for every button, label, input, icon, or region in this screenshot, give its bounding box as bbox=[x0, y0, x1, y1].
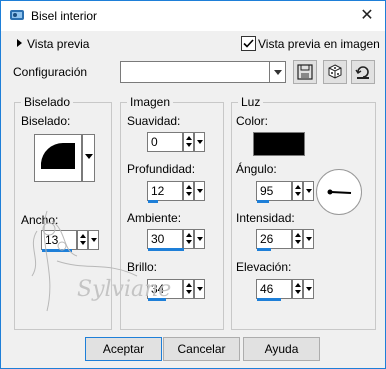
smoothness-dropdown-icon[interactable] bbox=[194, 132, 205, 152]
angle-needle-icon bbox=[327, 189, 352, 195]
intensity-value[interactable]: 26 bbox=[260, 232, 273, 246]
preview-toggle-label[interactable]: Vista previa bbox=[27, 37, 89, 51]
elevation-slider-bar[interactable] bbox=[257, 298, 281, 301]
save-preset-button[interactable] bbox=[293, 60, 317, 84]
checkmark-icon bbox=[243, 39, 254, 48]
intensity-dropdown-icon[interactable] bbox=[303, 229, 314, 249]
save-icon bbox=[297, 64, 313, 80]
dice-icon bbox=[328, 64, 342, 79]
angle-label: Ángulo: bbox=[236, 162, 277, 176]
reset-icon bbox=[355, 66, 369, 79]
ambience-up-down-icon[interactable] bbox=[183, 229, 194, 249]
watermark-text: Sylviane bbox=[77, 277, 171, 302]
bevel-shape-dropdown[interactable] bbox=[82, 134, 95, 182]
ambience-dropdown-icon[interactable] bbox=[194, 229, 205, 249]
intensity-slider-bar[interactable] bbox=[257, 248, 271, 251]
bevel-group-title: Biselado bbox=[21, 95, 74, 109]
angle-spinner[interactable]: 95 bbox=[256, 181, 314, 203]
window-title: Bisel interior bbox=[31, 9, 98, 23]
angle-dropdown-icon[interactable] bbox=[303, 181, 314, 201]
dialog-window: Bisel interior ✕ Vista previa Vista prev… bbox=[0, 0, 386, 369]
help-button[interactable]: Ayuda bbox=[243, 337, 320, 361]
random-preset-button[interactable] bbox=[323, 60, 347, 84]
elevation-up-down-icon[interactable] bbox=[292, 279, 303, 299]
title-bar: Bisel interior ✕ bbox=[1, 1, 385, 31]
chevron-down-icon[interactable] bbox=[269, 62, 285, 82]
color-label: Color: bbox=[236, 114, 269, 128]
bevel-shape-icon bbox=[41, 142, 75, 169]
angle-slider-bar[interactable] bbox=[257, 200, 269, 203]
shine-dropdown-icon[interactable] bbox=[194, 279, 205, 299]
light-group-title: Luz bbox=[238, 95, 264, 109]
angle-value[interactable]: 95 bbox=[260, 184, 273, 198]
elevation-value[interactable]: 46 bbox=[260, 282, 273, 296]
preview-on-image-label: Vista previa en imagen bbox=[258, 37, 380, 51]
depth-up-down-icon[interactable] bbox=[183, 181, 194, 201]
depth-label: Profundidad: bbox=[127, 162, 196, 176]
elevation-spinner[interactable]: 46 bbox=[256, 279, 314, 301]
reset-button[interactable] bbox=[351, 60, 375, 84]
smoothness-label: Suavidad: bbox=[127, 114, 181, 128]
ok-button[interactable]: Aceptar bbox=[85, 337, 162, 361]
depth-value[interactable]: 12 bbox=[151, 184, 164, 198]
expand-preview-icon[interactable] bbox=[17, 39, 22, 47]
elevation-label: Elevación: bbox=[236, 260, 292, 274]
intensity-up-down-icon[interactable] bbox=[292, 229, 303, 249]
color-swatch[interactable] bbox=[253, 132, 305, 156]
angle-up-down-icon[interactable] bbox=[292, 181, 303, 201]
cancel-button[interactable]: Cancelar bbox=[163, 337, 240, 361]
bevel-shape-preview[interactable] bbox=[34, 134, 82, 182]
shine-up-down-icon[interactable] bbox=[183, 279, 194, 299]
intensity-label: Intensidad: bbox=[236, 211, 295, 225]
depth-spinner[interactable]: 12 bbox=[147, 181, 205, 203]
app-icon bbox=[10, 10, 24, 20]
angle-dial[interactable] bbox=[316, 169, 362, 215]
image-group-title: Imagen bbox=[127, 95, 174, 109]
smoothness-value[interactable]: 0 bbox=[151, 135, 158, 149]
preview-on-image-checkbox[interactable] bbox=[241, 36, 256, 51]
close-button[interactable]: ✕ bbox=[357, 6, 377, 26]
config-label: Configuración bbox=[13, 65, 88, 79]
smoothness-spinner[interactable]: 0 bbox=[147, 132, 205, 152]
config-dropdown[interactable] bbox=[120, 61, 286, 83]
depth-dropdown-icon[interactable] bbox=[194, 181, 205, 201]
elevation-dropdown-icon[interactable] bbox=[303, 279, 314, 299]
bevel-shape-label: Biselado: bbox=[21, 114, 71, 128]
smoothness-up-down-icon[interactable] bbox=[183, 132, 194, 152]
intensity-spinner[interactable]: 26 bbox=[256, 229, 314, 251]
sylviane-watermark-logo: Sylviane bbox=[31, 210, 171, 312]
